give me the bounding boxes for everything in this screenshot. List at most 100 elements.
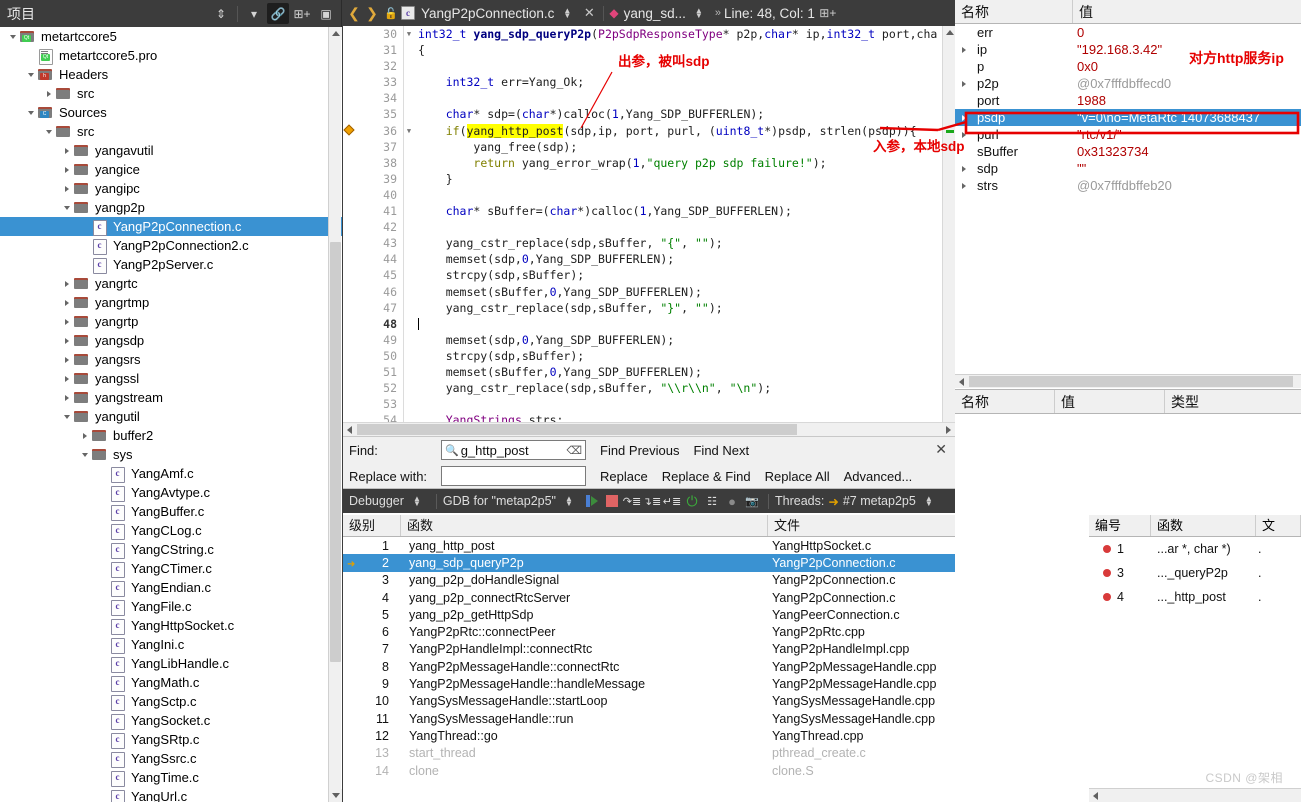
chevron-down-icon[interactable] bbox=[24, 103, 37, 122]
variable-row[interactable]: purl "rtc/v1/" bbox=[955, 126, 1301, 143]
gutter-line-number[interactable]: 53 bbox=[343, 396, 403, 412]
tree-item-yangsctp-c[interactable]: YangSctp.c bbox=[0, 692, 342, 711]
replace-and-find-button[interactable]: Replace & Find bbox=[662, 469, 751, 484]
code-line[interactable]: strcpy(sdp,sBuffer); bbox=[418, 267, 955, 283]
stop-icon[interactable] bbox=[602, 492, 622, 510]
split-add-icon[interactable]: ⊞+ bbox=[291, 3, 313, 24]
close-panel-icon[interactable]: ▣ bbox=[315, 3, 337, 24]
chevron-right-icon[interactable] bbox=[60, 312, 73, 331]
tree-item-yangbuffer-c[interactable]: YangBuffer.c bbox=[0, 502, 342, 521]
breakpoints-col-function[interactable]: 函数 bbox=[1151, 515, 1256, 536]
current-thread-value[interactable]: #7 metap2p5 bbox=[843, 494, 916, 508]
chevron-right-icon[interactable] bbox=[60, 160, 73, 179]
code-line[interactable] bbox=[418, 90, 955, 106]
gutter-line-number[interactable]: 51 bbox=[343, 364, 403, 380]
chevron-down-icon[interactable] bbox=[60, 198, 73, 217]
gutter-line-number[interactable]: 46 bbox=[343, 284, 403, 300]
scroll-left-icon[interactable] bbox=[1089, 789, 1102, 802]
advanced-button[interactable]: Advanced... bbox=[844, 469, 913, 484]
tree-item-yangendian-c[interactable]: YangEndian.c bbox=[0, 578, 342, 597]
code-text[interactable]: int32_t yang_sdp_queryP2p(P2pSdpResponse… bbox=[418, 26, 955, 436]
nav-forward-icon[interactable]: ❯ bbox=[363, 5, 381, 22]
breakpoint-row[interactable]: 4 ..._http_post. bbox=[1089, 585, 1301, 609]
find-previous-button[interactable]: Find Previous bbox=[600, 443, 679, 458]
tree-item-yangctimer-c[interactable]: YangCTimer.c bbox=[0, 559, 342, 578]
locals-horizontal-scrollbar[interactable] bbox=[955, 374, 1301, 388]
tree-item-yangp2p[interactable]: yangp2p bbox=[0, 198, 342, 217]
tree-item-yangsocket-c[interactable]: YangSocket.c bbox=[0, 711, 342, 730]
tree-item-yangssrc-c[interactable]: YangSsrc.c bbox=[0, 749, 342, 768]
breakpoints-table-body[interactable]: 1 ...ar *, char *). 3 ..._queryP2p. 4 ..._htt… bbox=[1089, 537, 1301, 609]
tree-item-sources[interactable]: C Sources bbox=[0, 103, 342, 122]
nav-back-icon[interactable]: ❮ bbox=[345, 5, 363, 22]
variable-row[interactable]: sdp "" bbox=[955, 160, 1301, 177]
symbol-selector-stepper[interactable]: ▲ ▼ bbox=[692, 7, 706, 20]
scrollbar-thumb[interactable] bbox=[357, 424, 797, 435]
tree-item-yangipc[interactable]: yangipc bbox=[0, 179, 342, 198]
tree-item-headers[interactable]: h Headers bbox=[0, 65, 342, 84]
chevron-right-icon[interactable] bbox=[60, 369, 73, 388]
chevron-down-icon[interactable] bbox=[60, 407, 73, 426]
code-line[interactable]: char* sdp=(char*)calloc(1,Yang_SDP_BUFFE… bbox=[418, 106, 955, 122]
code-line[interactable]: yang_cstr_replace(sdp,sBuffer, "{", ""); bbox=[418, 235, 955, 251]
chevron-right-icon[interactable] bbox=[955, 182, 973, 189]
scrollbar-thumb[interactable] bbox=[969, 376, 1293, 387]
scrollbar-thumb[interactable] bbox=[330, 242, 341, 662]
tree-item-yangp2pserver-c[interactable]: YangP2pServer.c bbox=[0, 255, 342, 274]
variable-row[interactable]: sBuffer 0x31323734 bbox=[955, 143, 1301, 160]
find-input[interactable]: 🔍 g_http_post ⌫ bbox=[441, 440, 586, 460]
gutter-line-number[interactable]: 49 bbox=[343, 332, 403, 348]
variable-row[interactable]: p2p @0x7fffdbffecd0 bbox=[955, 75, 1301, 92]
instruction-view-icon[interactable]: ☷ bbox=[702, 492, 722, 510]
expressions-col-value[interactable]: 值 bbox=[1055, 390, 1165, 413]
chevron-right-icon[interactable] bbox=[60, 179, 73, 198]
tree-item-yangcstring-c[interactable]: YangCString.c bbox=[0, 540, 342, 559]
gutter-line-number[interactable]: 33 bbox=[343, 74, 403, 90]
code-line[interactable]: memset(sBuffer,0,Yang_SDP_BUFFERLEN); bbox=[418, 364, 955, 380]
project-tree-scrollbar[interactable] bbox=[328, 27, 342, 802]
gutter-line-number[interactable]: 35 bbox=[343, 106, 403, 122]
chevron-right-icon[interactable] bbox=[955, 80, 973, 87]
restart-icon[interactable]: ⏻ bbox=[682, 492, 702, 510]
expressions-col-type[interactable]: 类型 bbox=[1165, 390, 1301, 413]
thread-selector-stepper[interactable]: ▲ ▼ bbox=[922, 495, 936, 508]
code-editor[interactable]: 30 ▼ 31 32 33 34 35 36 ▼ 37 38 39 40 41 42 43 44 45 46 47 48… bbox=[343, 26, 955, 437]
chevron-right-icon[interactable] bbox=[78, 426, 91, 445]
stack-col-function[interactable]: 函数 bbox=[401, 515, 768, 536]
editor-horizontal-scrollbar[interactable] bbox=[343, 422, 955, 436]
project-tree[interactable]: Qt metartccore5 Qt metartccore5.pro h Headers… bbox=[0, 27, 342, 802]
sort-icon[interactable]: ⇕ bbox=[210, 3, 232, 24]
tree-item-yangavutil[interactable]: yangavutil bbox=[0, 141, 342, 160]
scroll-left-icon[interactable] bbox=[343, 423, 356, 436]
tree-item-buffer2[interactable]: buffer2 bbox=[0, 426, 342, 445]
clear-icon[interactable]: ⌫ bbox=[566, 444, 582, 457]
tree-item-yangfile-c[interactable]: YangFile.c bbox=[0, 597, 342, 616]
debugger-selector-stepper[interactable]: ▲ ▼ bbox=[410, 495, 424, 508]
search-icon[interactable]: 🔍 bbox=[445, 444, 459, 457]
variable-row[interactable]: psdp "v=0\no=MetaRtc 14073688437 bbox=[955, 109, 1301, 126]
chevron-right-icon[interactable] bbox=[955, 165, 973, 172]
code-line[interactable]: return yang_error_wrap(1,"query p2p sdp … bbox=[418, 155, 955, 171]
gutter-line-number[interactable]: 37 bbox=[343, 139, 403, 155]
breakpoints-col-number[interactable]: 编号 bbox=[1089, 515, 1151, 536]
chevron-right-icon[interactable] bbox=[60, 293, 73, 312]
tree-item-yangini-c[interactable]: YangIni.c bbox=[0, 635, 342, 654]
tree-item-yangrtmp[interactable]: yangrtmp bbox=[0, 293, 342, 312]
gutter-line-number[interactable]: 32 bbox=[343, 58, 403, 74]
breakpoint-row[interactable]: 1 ...ar *, char *). bbox=[1089, 537, 1301, 561]
gutter-line-number[interactable]: 48 bbox=[343, 316, 403, 332]
scroll-up-icon[interactable] bbox=[329, 27, 342, 40]
gutter-line-number[interactable]: 31 bbox=[343, 42, 403, 58]
code-line[interactable]: int32_t err=Yang_Ok; bbox=[418, 74, 955, 90]
tree-item-yangstream[interactable]: yangstream bbox=[0, 388, 342, 407]
chevron-right-icon[interactable] bbox=[60, 274, 73, 293]
code-line[interactable] bbox=[418, 187, 955, 203]
step-out-icon[interactable]: ↵≣ bbox=[662, 492, 682, 510]
replace-button[interactable]: Replace bbox=[600, 469, 648, 484]
stack-col-level[interactable]: 级别 bbox=[343, 515, 401, 536]
scroll-left-icon[interactable] bbox=[955, 375, 968, 388]
close-icon[interactable]: ✕ bbox=[935, 441, 947, 458]
chevron-right-icon[interactable] bbox=[955, 114, 973, 121]
tree-item-src[interactable]: src bbox=[0, 122, 342, 141]
variable-row[interactable]: port 1988 bbox=[955, 92, 1301, 109]
